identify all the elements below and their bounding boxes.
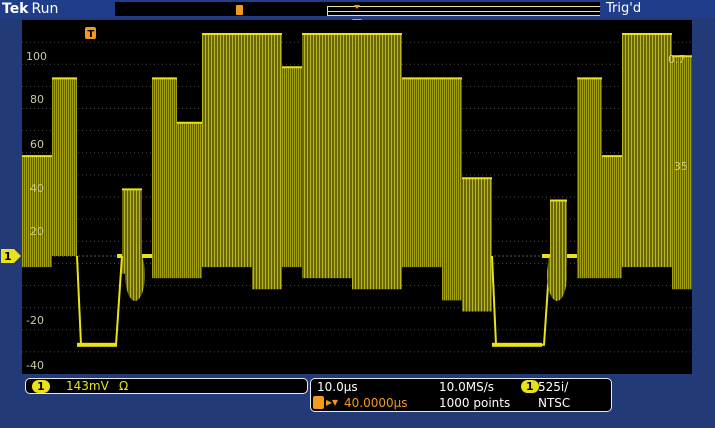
- channel1-readout[interactable]: 1 143mV Ω: [25, 378, 308, 394]
- trigger-position: 40.0000μs: [344, 396, 408, 410]
- waveform-burst: [352, 34, 402, 290]
- sync-pulse: [76, 255, 123, 346]
- waveform-burst: [577, 78, 602, 279]
- record-position-triangle-icon: [354, 5, 360, 9]
- trigger-source-badge: 1: [521, 380, 539, 393]
- waveform-level: [142, 254, 152, 258]
- waveform-level: [542, 254, 550, 258]
- color-burst: [547, 249, 567, 301]
- grid-label-20: 20: [30, 225, 44, 238]
- waveform-burst: [602, 156, 622, 279]
- sample-rate: 10.0MS/s: [439, 380, 494, 394]
- waveform-burst: [202, 34, 252, 268]
- video-standard-line1: 525i/: [538, 380, 569, 394]
- grid-label-80: 80: [30, 93, 44, 106]
- waveform-burst: [462, 178, 492, 312]
- waveform-burst: [402, 78, 442, 268]
- time-per-division: 10.0μs: [317, 380, 358, 394]
- channel1-coupling-icon: Ω: [119, 379, 129, 393]
- color-burst: [125, 249, 145, 301]
- channel1-ground-marker[interactable]: 1: [0, 246, 22, 266]
- grid-label-minus20: -20: [26, 314, 44, 327]
- waveform-display[interactable]: 100 80 60 40 20 -20 -40 0.7 35 T: [22, 20, 692, 374]
- waveform-burst: [302, 34, 352, 279]
- channel1-scale: 143mV: [66, 379, 109, 393]
- record-length: 1000 points: [439, 396, 511, 410]
- waveform-burst: [622, 34, 672, 268]
- trigger-arrow-icon: ▸▾: [326, 395, 339, 409]
- sync-pulse: [491, 255, 551, 346]
- grid-label-minus40: -40: [26, 359, 44, 372]
- record-trigger-icon: [236, 5, 243, 15]
- trigger-position-icon: [313, 396, 324, 409]
- waveform-level: [567, 254, 577, 258]
- waveform-burst: [282, 67, 302, 268]
- channel1-marker-label: 1: [4, 250, 12, 263]
- grid-label-right-top: 0.7: [668, 53, 686, 66]
- graticule-svg: 100 80 60 40 20 -20 -40 0.7 35 T: [22, 27, 692, 372]
- waveform-burst: [52, 78, 77, 257]
- channel1-badge: 1: [32, 380, 50, 393]
- timebase-readout[interactable]: 10.0μs 10.0MS/s 1 525i/ ▸▾ 40.0000μs 100…: [310, 378, 612, 412]
- grid-label-right-mid: 35: [674, 160, 688, 173]
- waveform-trace: [22, 33, 692, 347]
- waveform-burst: [177, 122, 202, 279]
- waveform-burst: [252, 34, 282, 290]
- waveform-burst: [442, 78, 462, 301]
- trigger-marker-label: T: [88, 29, 95, 40]
- waveform-burst: [22, 156, 28, 268]
- waveform-burst: [152, 78, 177, 279]
- grid-label-60: 60: [30, 138, 44, 151]
- video-standard-line2: NTSC: [538, 396, 571, 410]
- trigger-marker-icon[interactable]: T: [85, 27, 96, 40]
- grid-label-40: 40: [30, 182, 44, 195]
- waveform-burst: [28, 156, 52, 268]
- grid-label-100: 100: [26, 50, 47, 63]
